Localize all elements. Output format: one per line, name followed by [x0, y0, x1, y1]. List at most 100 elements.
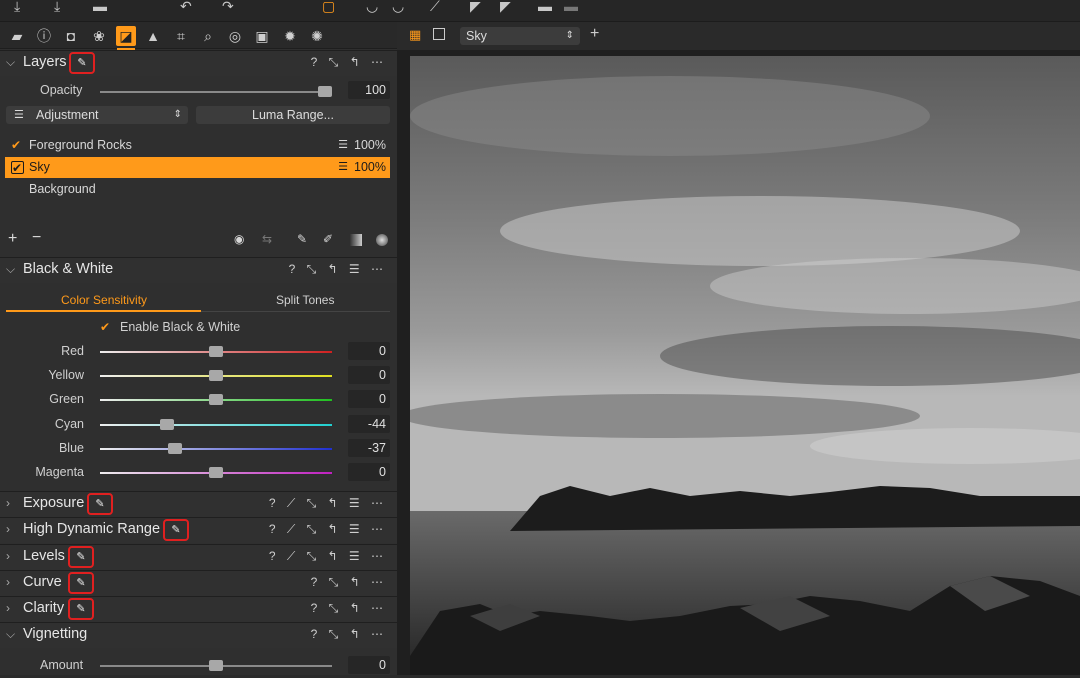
color-tab-icon[interactable]: ❀	[89, 26, 109, 46]
collapse-arrow-icon[interactable]: ›	[6, 601, 10, 615]
section-icons[interactable]: ? ⤡ ↰ ⋯	[311, 55, 387, 70]
photo-canvas[interactable]	[400, 56, 1080, 675]
tab-color-sensitivity[interactable]: Color Sensitivity	[61, 293, 147, 307]
picker-icon[interactable]: ✎	[68, 598, 94, 620]
picker-icon[interactable]: ◤	[470, 0, 481, 14]
camera-tab-icon[interactable]: ◘	[61, 26, 81, 46]
opacity-value[interactable]: 100	[348, 81, 390, 99]
section-icons[interactable]: ? ⤡ ↰ ⋯	[311, 575, 387, 590]
cursor-tool-icon[interactable]: ▢	[322, 0, 335, 14]
magenta-slider[interactable]	[100, 467, 332, 478]
radial-icon[interactable]	[376, 234, 388, 246]
layer-row[interactable]: Background	[5, 179, 390, 200]
collapse-arrow-icon[interactable]: ›	[6, 522, 10, 536]
add-icon[interactable]: +	[590, 25, 599, 43]
print-icon[interactable]: ▬	[93, 0, 107, 14]
layer-row[interactable]: ✔ Foreground Rocks ☰ 100%	[5, 135, 390, 156]
expand-arrow-icon[interactable]: ⌵	[6, 55, 15, 70]
slider-knob[interactable]	[160, 419, 175, 430]
zoom-icon[interactable]: ◡	[392, 0, 404, 14]
after-icon[interactable]: ▬	[564, 0, 578, 14]
slider-knob[interactable]	[209, 394, 223, 405]
vignetting-header[interactable]: ⌵ Vignetting ? ⤡ ↰ ⋯	[0, 622, 397, 648]
collapse-arrow-icon[interactable]: ›	[6, 549, 10, 563]
expand-arrow-icon[interactable]: ⌵	[6, 262, 15, 277]
eraser-icon[interactable]: ✐	[323, 232, 333, 246]
expand-arrow-icon[interactable]: ⌵	[6, 627, 15, 642]
magenta-value[interactable]: 0	[348, 463, 390, 481]
brush-icon[interactable]: ⟋	[430, 0, 440, 14]
slider-knob[interactable]	[209, 346, 223, 357]
section-icons[interactable]: ? ⟋ ⤡ ↰ ☰ ⋯	[269, 496, 387, 511]
search-tab-icon[interactable]: ⌕	[198, 26, 218, 46]
enable-checkbox-icon[interactable]: ✔	[100, 320, 110, 334]
grid-view-icon[interactable]: ▦	[409, 28, 422, 41]
export-icon[interactable]: ⤓	[54, 0, 60, 14]
cyan-value[interactable]: -44	[348, 415, 390, 433]
library-tab-icon[interactable]: ▰	[7, 26, 27, 46]
info-tab-icon[interactable]: ⓘ	[34, 26, 54, 46]
slider-knob[interactable]	[168, 443, 183, 454]
red-slider[interactable]	[100, 346, 332, 357]
section-icons[interactable]: ? ⤡ ↰ ⋯	[311, 601, 387, 616]
green-slider[interactable]	[100, 394, 332, 405]
amount-slider[interactable]	[100, 660, 332, 671]
clarity-header[interactable]: › Clarity ✎ ? ⤡ ↰ ⋯	[0, 596, 397, 622]
collapse-arrow-icon[interactable]: ›	[6, 496, 10, 510]
details-tab-icon[interactable]: ▲	[143, 26, 163, 46]
checkmark-icon[interactable]: ✔	[11, 139, 24, 152]
yellow-slider[interactable]	[100, 370, 332, 381]
hdr-header[interactable]: › High Dynamic Range ✎ ? ⟋ ⤡ ↰ ☰ ⋯	[0, 517, 397, 543]
pan-icon[interactable]: ◡	[366, 0, 378, 14]
add-layer-icon[interactable]: +	[8, 230, 17, 248]
slider-knob[interactable]	[318, 86, 333, 97]
redo-icon[interactable]: ↷	[222, 0, 234, 14]
layer-row-selected[interactable]: ✔ Sky ☰ 100%	[5, 157, 390, 178]
bw-header[interactable]: ⌵ Black & White ? ⤡ ↰ ☰ ⋯	[0, 257, 397, 283]
slider-knob[interactable]	[209, 467, 223, 478]
section-icons[interactable]: ? ⤡ ↰ ⋯	[311, 627, 387, 642]
blue-slider[interactable]	[100, 443, 332, 454]
gradient-icon[interactable]	[350, 234, 362, 246]
layer-select[interactable]: Sky ⇕	[460, 27, 580, 45]
levels-header[interactable]: › Levels ✎ ? ⟋ ⤡ ↰ ☰ ⋯	[0, 544, 397, 570]
lens-tab-icon[interactable]: ◎	[225, 26, 245, 46]
single-view-icon[interactable]	[433, 28, 445, 40]
exposure-header[interactable]: › Exposure ✎ ? ⟋ ⤡ ↰ ☰ ⋯	[0, 491, 397, 517]
remove-layer-icon[interactable]: −	[32, 229, 41, 247]
section-icons[interactable]: ? ⟋ ⤡ ↰ ☰ ⋯	[269, 522, 387, 537]
brush-icon[interactable]: ✎	[297, 232, 307, 246]
checkmark-icon[interactable]: ✔	[11, 161, 24, 174]
eye-icon[interactable]: ◉	[234, 232, 244, 246]
section-icons[interactable]: ? ⟋ ⤡ ↰ ☰ ⋯	[269, 549, 387, 564]
picker-icon[interactable]: ✎	[68, 572, 94, 594]
luma-range-button[interactable]: Luma Range...	[196, 106, 390, 124]
cyan-slider[interactable]	[100, 419, 332, 430]
collapse-arrow-icon[interactable]: ›	[6, 575, 10, 589]
green-value[interactable]: 0	[348, 390, 390, 408]
undo-icon[interactable]: ↶	[180, 0, 192, 14]
blue-value[interactable]: -37	[348, 439, 390, 457]
swap-icon[interactable]: ⇆	[262, 232, 272, 246]
tab-split-tones[interactable]: Split Tones	[276, 293, 334, 307]
yellow-value[interactable]: 0	[348, 366, 390, 384]
picker-icon[interactable]: ✎	[163, 519, 189, 541]
opacity-slider[interactable]	[100, 86, 333, 97]
red-value[interactable]: 0	[348, 342, 390, 360]
picker-icon[interactable]: ✎	[87, 493, 113, 515]
picker-icon[interactable]: ✎	[69, 52, 95, 74]
picker-icon[interactable]: ✎	[68, 546, 94, 568]
before-icon[interactable]: ▬	[538, 0, 552, 14]
exposure-tab-icon[interactable]: ◪	[116, 26, 136, 50]
layers-header[interactable]: ⌵ Layers ✎ ? ⤡ ↰ ⋯	[0, 50, 397, 76]
curve-header[interactable]: › Curve ✎ ? ⤡ ↰ ⋯	[0, 570, 397, 596]
slider-knob[interactable]	[209, 660, 223, 671]
metadata-tab-icon[interactable]: ▣	[252, 26, 272, 46]
adjustment-select[interactable]: ☰ Adjustment ⇕	[6, 106, 188, 124]
import-icon[interactable]: ⤓	[14, 0, 20, 14]
amount-value[interactable]: 0	[348, 656, 390, 674]
crop-tab-icon[interactable]: ⌗	[171, 26, 191, 46]
batch-tab-icon[interactable]: ✺	[307, 26, 327, 46]
settings-tab-icon[interactable]: ✹	[280, 26, 300, 46]
arrow-icon[interactable]: ◤	[500, 0, 511, 14]
